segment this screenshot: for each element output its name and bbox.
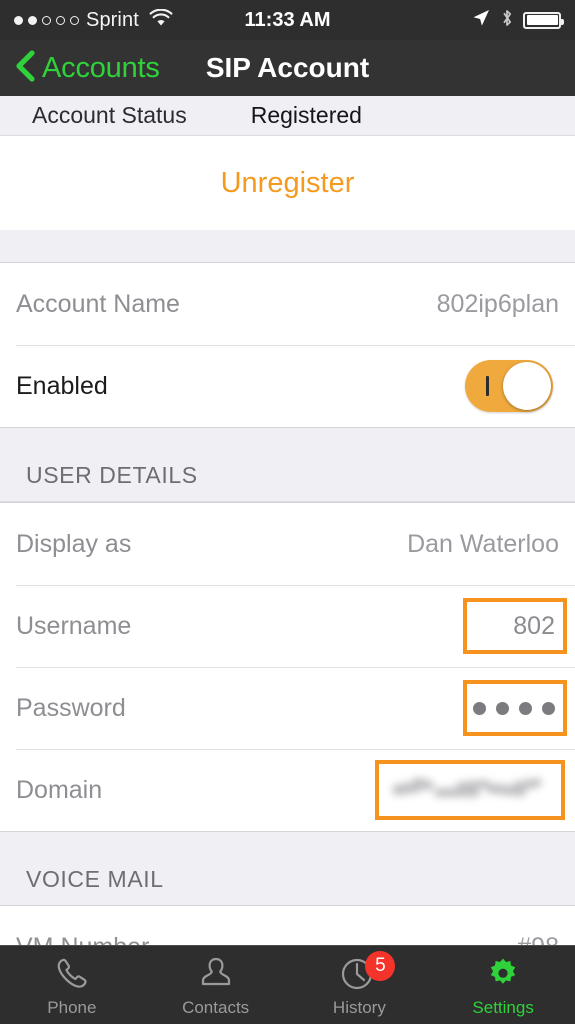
user-details-header: USER DETAILS	[0, 428, 575, 502]
display-as-value: Dan Waterloo	[407, 529, 559, 558]
user-details-title: USER DETAILS	[26, 462, 198, 488]
bluetooth-icon	[500, 8, 514, 33]
domain-label: Domain	[16, 775, 103, 804]
back-button-label: Accounts	[42, 51, 160, 84]
gear-icon	[483, 953, 523, 995]
row-vm-number[interactable]: VM Number #98	[0, 906, 575, 946]
tab-contacts[interactable]: Contacts	[144, 946, 288, 1024]
domain-redacted-value	[390, 776, 550, 803]
enabled-toggle[interactable]	[465, 360, 553, 412]
signal-strength-dots	[14, 15, 79, 25]
signal-dot	[14, 15, 23, 25]
settings-list: Account Status Registered Unregister Acc…	[0, 96, 575, 945]
status-bar: Sprint 11:33 AM	[0, 0, 575, 40]
toggle-knob	[503, 362, 551, 410]
account-name-label: Account Name	[16, 289, 180, 318]
row-account-name[interactable]: Account Name 802ip6plan	[0, 263, 575, 345]
tab-settings-label: Settings	[472, 997, 534, 1017]
tab-history[interactable]: 5 History	[288, 946, 432, 1024]
wifi-icon	[149, 8, 173, 32]
display-as-label: Display as	[16, 529, 132, 558]
account-group: Account Name 802ip6plan Enabled	[0, 262, 575, 428]
account-status-value: Registered	[250, 102, 362, 128]
signal-dot	[56, 15, 65, 25]
unregister-button-label: Unregister	[220, 166, 355, 199]
tab-bar: Phone Contacts 5 History Settings	[0, 945, 575, 1024]
location-arrow-icon	[471, 8, 491, 33]
clock-icon: 5	[339, 950, 396, 995]
signal-dot	[28, 15, 37, 25]
history-badge: 5	[365, 950, 396, 981]
vm-number-label: VM Number	[16, 933, 149, 946]
user-details-group: Display as Dan Waterloo Username 802 Pas…	[0, 502, 575, 832]
chevron-left-icon	[14, 49, 36, 87]
tab-contacts-label: Contacts	[182, 997, 250, 1017]
phone-screen: Sprint 11:33 AM Accounts SIP Account Acc…	[0, 0, 575, 1024]
signal-dot	[42, 15, 51, 25]
phone-icon	[52, 953, 92, 995]
row-username[interactable]: Username 802	[0, 585, 575, 667]
status-bar-right	[471, 8, 564, 33]
username-input[interactable]: 802	[463, 598, 567, 654]
account-status-row: Account Status Registered	[0, 96, 575, 136]
password-input[interactable]	[463, 680, 567, 736]
username-label: Username	[16, 611, 132, 640]
account-status-label: Account Status	[32, 102, 187, 128]
back-button[interactable]: Accounts	[14, 49, 160, 87]
toggle-on-mark	[486, 376, 489, 396]
carrier-label: Sprint	[86, 8, 139, 31]
row-display-as[interactable]: Display as Dan Waterloo	[0, 503, 575, 585]
password-label: Password	[16, 693, 126, 722]
enabled-label: Enabled	[16, 371, 108, 400]
row-password[interactable]: Password	[0, 667, 575, 749]
tab-phone[interactable]: Phone	[0, 946, 144, 1024]
row-domain[interactable]: Domain	[0, 749, 575, 831]
tab-settings[interactable]: Settings	[431, 946, 575, 1024]
row-enabled[interactable]: Enabled	[0, 345, 575, 427]
unregister-button[interactable]: Unregister	[0, 136, 575, 230]
navigation-bar: Accounts SIP Account	[0, 40, 575, 96]
section-spacer	[0, 230, 575, 262]
account-name-value: 802ip6plan	[436, 289, 559, 318]
tab-history-label: History	[332, 997, 386, 1017]
contacts-icon	[196, 953, 236, 995]
tab-phone-label: Phone	[47, 997, 97, 1017]
voice-mail-title: VOICE MAIL	[26, 866, 164, 892]
battery-full-icon	[523, 11, 564, 29]
voice-mail-group: VM Number #98	[0, 905, 575, 945]
signal-dot	[70, 15, 79, 25]
vm-number-value: #98	[517, 933, 559, 946]
password-masked-value	[473, 701, 555, 715]
domain-input[interactable]	[375, 760, 565, 820]
voice-mail-header: VOICE MAIL	[0, 832, 575, 905]
status-bar-left: Sprint	[14, 8, 173, 32]
username-value: 802	[513, 611, 555, 640]
